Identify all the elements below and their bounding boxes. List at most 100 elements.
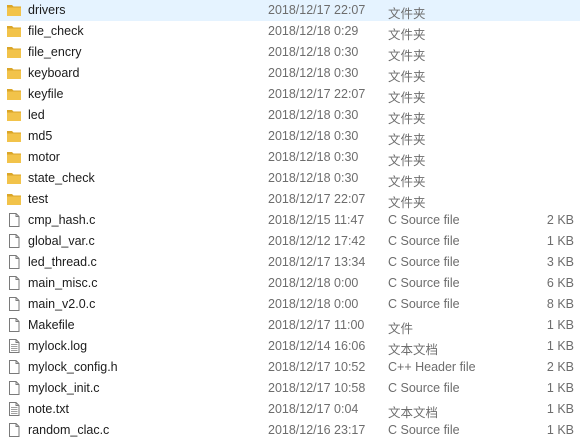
text-document-icon [6,338,22,354]
folder-row[interactable]: keyfile 2018/12/17 22:07 文件夹 [0,84,580,105]
file-icon [6,422,22,438]
item-type: 文本文档 [388,343,439,357]
file-row[interactable]: mylock_init.c 2018/12/17 10:58 C Source fi… [0,378,580,399]
folder-row[interactable]: motor 2018/12/18 0:30 文件夹 [0,147,580,168]
item-type: C++ Header file [388,360,476,374]
item-size: 8 KB [546,297,574,311]
item-name[interactable]: test [28,192,48,206]
item-type: C Source file [388,423,460,437]
folder-row[interactable]: led 2018/12/18 0:30 文件夹 [0,105,580,126]
item-date-modified: 2018/12/17 11:00 [268,318,365,332]
item-date-modified: 2018/12/17 0:04 [268,402,359,416]
item-size: 1 KB [546,339,574,353]
item-size: 1 KB [546,381,574,395]
item-name[interactable]: main_v2.0.c [28,297,95,311]
item-name[interactable]: md5 [28,129,52,143]
item-name[interactable]: file_check [28,24,84,38]
item-date-modified: 2018/12/18 0:30 [268,129,359,143]
item-type: 文件夹 [388,70,426,84]
item-date-modified: 2018/12/18 0:30 [268,45,359,59]
item-type: C Source file [388,381,460,395]
item-size: 3 KB [546,255,574,269]
item-type: C Source file [388,297,460,311]
item-type: C Source file [388,276,460,290]
item-name[interactable]: state_check [28,171,95,185]
item-name[interactable]: random_clac.c [28,423,109,437]
item-size: 2 KB [546,213,574,227]
item-name[interactable]: cmp_hash.c [28,213,95,227]
folder-row[interactable]: state_check 2018/12/18 0:30 文件夹 [0,168,580,189]
item-date-modified: 2018/12/18 0:30 [268,108,359,122]
item-type: C Source file [388,213,460,227]
item-date-modified: 2018/12/18 0:00 [268,297,359,311]
item-type: 文件夹 [388,112,426,126]
folder-row[interactable]: file_check 2018/12/18 0:29 文件夹 [0,21,580,42]
file-icon [6,359,22,375]
item-name[interactable]: drivers [28,3,66,17]
item-date-modified: 2018/12/17 22:07 [268,87,366,101]
item-size: 6 KB [546,276,574,290]
file-row[interactable]: mylock_config.h 2018/12/17 10:52 C++ Heade… [0,357,580,378]
folder-icon [6,149,22,165]
file-row[interactable]: random_clac.c 2018/12/16 23:17 C Source fi… [0,420,580,441]
folder-icon [6,65,22,81]
folder-icon [6,86,22,102]
item-date-modified: 2018/12/18 0:30 [268,150,359,164]
item-size: 2 KB [546,360,574,374]
item-date-modified: 2018/12/17 22:07 [268,3,366,17]
file-row[interactable]: main_v2.0.c 2018/12/18 0:00 C Source file 8… [0,294,580,315]
item-type: 文件 [388,322,414,336]
item-name[interactable]: main_misc.c [28,276,97,290]
file-row[interactable]: led_thread.c 2018/12/17 13:34 C Source fil… [0,252,580,273]
file-icon [6,212,22,228]
item-type: 文件夹 [388,28,426,42]
item-size: 1 KB [546,234,574,248]
folder-icon [6,44,22,60]
item-type: 文件夹 [388,196,426,210]
item-name[interactable]: led [28,108,45,122]
file-icon [6,233,22,249]
item-name[interactable]: mylock.log [28,339,87,353]
file-row[interactable]: Makefile 2018/12/17 11:00 文件 1 KB [0,315,580,336]
file-row[interactable]: cmp_hash.c 2018/12/15 11:47 C Source file 2… [0,210,580,231]
item-type: 文件夹 [388,175,426,189]
file-icon [6,296,22,312]
item-name[interactable]: mylock_init.c [28,381,100,395]
file-row[interactable]: mylock.log 2018/12/14 16:06 文本文档 1 KB [0,336,580,357]
item-size: 1 KB [546,423,574,437]
item-name[interactable]: keyfile [28,87,63,101]
item-date-modified: 2018/12/17 10:58 [268,381,366,395]
item-name[interactable]: motor [28,150,60,164]
file-icon [6,317,22,333]
file-list: drivers 2018/12/17 22:07 文件夹 file_check 2018… [0,0,580,443]
item-date-modified: 2018/12/17 13:34 [268,255,366,269]
item-type: 文件夹 [388,7,426,21]
item-name[interactable]: mylock_config.h [28,360,118,374]
folder-row[interactable]: md5 2018/12/18 0:30 文件夹 [0,126,580,147]
item-name[interactable]: note.txt [28,402,69,416]
item-date-modified: 2018/12/16 23:17 [268,423,366,437]
item-date-modified: 2018/12/18 0:00 [268,276,359,290]
item-name[interactable]: Makefile [28,318,75,332]
folder-icon [6,128,22,144]
item-type: 文本文档 [388,406,439,420]
item-name[interactable]: global_var.c [28,234,95,248]
folder-row[interactable]: drivers 2018/12/17 22:07 文件夹 [0,0,580,21]
item-type: 文件夹 [388,133,426,147]
folder-row[interactable]: keyboard 2018/12/18 0:30 文件夹 [0,63,580,84]
file-row[interactable]: global_var.c 2018/12/12 17:42 C Source fil… [0,231,580,252]
folder-icon [6,191,22,207]
item-type: C Source file [388,255,460,269]
file-icon [6,380,22,396]
folder-row[interactable]: test 2018/12/17 22:07 文件夹 [0,189,580,210]
item-type: 文件夹 [388,91,426,105]
item-name[interactable]: file_encry [28,45,82,59]
item-date-modified: 2018/12/18 0:30 [268,66,359,80]
text-document-icon [6,401,22,417]
folder-icon [6,23,22,39]
item-name[interactable]: keyboard [28,66,79,80]
item-name[interactable]: led_thread.c [28,255,97,269]
file-row[interactable]: main_misc.c 2018/12/18 0:00 C Source file 6… [0,273,580,294]
folder-row[interactable]: file_encry 2018/12/18 0:30 文件夹 [0,42,580,63]
file-row[interactable]: note.txt 2018/12/17 0:04 文本文档 1 KB [0,399,580,420]
